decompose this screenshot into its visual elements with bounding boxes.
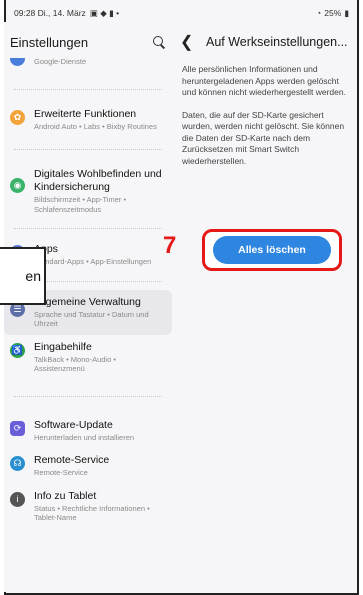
status-time-date: 09:28 Di., 14. März (14, 8, 86, 18)
wifi-icon: ◔ (316, 8, 322, 18)
menu-item-about-tablet[interactable]: i Info zu Tablet Status • Rechtliche Inf… (4, 484, 172, 529)
menu-item-label: Apps (34, 243, 151, 256)
back-arrow-icon[interactable]: ❮ (180, 32, 198, 52)
menu-item-label: Erweiterte Funktionen (34, 107, 137, 120)
search-icon[interactable] (152, 35, 166, 49)
software-update-icon: ⟳ (10, 420, 25, 436)
menu-item-label: Software-Update (34, 418, 113, 431)
menu-item-digital-wellbeing[interactable]: ◉ Digitales Wohlbefinden und Kindersiche… (4, 162, 172, 220)
menu-item-sub: Google-Dienste (34, 57, 87, 66)
menu-item-sub: Status • Rechtliche Informationen • Tabl… (34, 503, 150, 523)
menu-item-remote-service[interactable]: ☊ Remote-Service Remote-Service (4, 448, 172, 484)
page-title: Einstellungen (10, 34, 89, 50)
status-bar: 09:28 Di., 14. März ▣ ◆ ▮ • ◔ 25% ▮ (6, 0, 357, 20)
menu-item-label: Info zu Tablet (34, 489, 97, 502)
step-number: 7 (163, 232, 177, 259)
detail-header: ❮ Auf Werkseinstellungen... (176, 22, 354, 62)
callout-box: en (0, 247, 46, 305)
divider (14, 149, 162, 150)
notification-icons: ▣ ◆ ▮ • (89, 7, 120, 18)
menu-item-sub: Herunterladen und installieren (34, 432, 135, 442)
divider (14, 395, 162, 397)
menu-item-label: Digitales Wohlbefinden und Kindersicheru… (34, 168, 162, 193)
google-icon (10, 58, 25, 66)
menu-item-label: Allgemeine Verwaltung (34, 295, 141, 308)
factory-reset-panel: ❮ Auf Werkseinstellungen... Alle persönl… (176, 22, 354, 592)
menu-item-software-update[interactable]: ⟳ Software-Update Herunterladen und inst… (4, 413, 172, 449)
sd-card-info-text: Daten, die auf der SD-Karte gesichert wu… (182, 109, 345, 166)
detail-title: Auf Werkseinstellungen... (206, 35, 348, 49)
menu-item-accessibility[interactable]: ♿ Eingabehilfe TalkBack • Mono-Audio • A… (4, 335, 172, 380)
highlight-box: Alles löschen (202, 229, 342, 271)
info-icon: i (10, 491, 25, 507)
divider (14, 88, 162, 90)
remote-service-icon: ☊ (10, 456, 25, 471)
callout-text: en (25, 268, 41, 284)
delete-all-button[interactable]: Alles löschen (213, 236, 331, 264)
menu-item-sub: Standard-Apps • App-Einstellungen (34, 257, 152, 266)
battery-level: 25% (324, 8, 342, 18)
advanced-features-icon: ✿ (10, 109, 25, 125)
menu-item-sub: Android Auto • Labs • Bixby Routines (34, 121, 157, 131)
reset-description: Alle persönlichen Informationen und heru… (176, 64, 354, 167)
reset-warning-text: Alle persönlichen Informationen und heru… (182, 64, 346, 97)
wellbeing-icon: ◉ (10, 178, 25, 193)
battery-icon: ▮ (344, 7, 349, 18)
menu-item-sub: Bildschirmzeit • App-Timer • Schlafensze… (34, 195, 127, 214)
menu-item-label: Eingabehilfe (34, 340, 92, 353)
settings-list-panel: Einstellungen Google-Dienste ✿ Erweitert… (4, 22, 172, 592)
divider (14, 228, 162, 229)
menu-item-sub: TalkBack • Mono-Audio • Assistenzmenü (34, 354, 116, 374)
menu-item-sub: Sprache und Tastatur • Datum und Uhrzeit (34, 309, 149, 329)
menu-item-label: Remote-Service (34, 454, 110, 466)
menu-item-google[interactable]: Google-Dienste (4, 56, 172, 73)
accessibility-icon: ♿ (10, 342, 25, 358)
menu-item-sub: Remote-Service (34, 468, 88, 477)
menu-item-advanced-features[interactable]: ✿ Erweiterte Funktionen Android Auto • L… (4, 102, 172, 138)
